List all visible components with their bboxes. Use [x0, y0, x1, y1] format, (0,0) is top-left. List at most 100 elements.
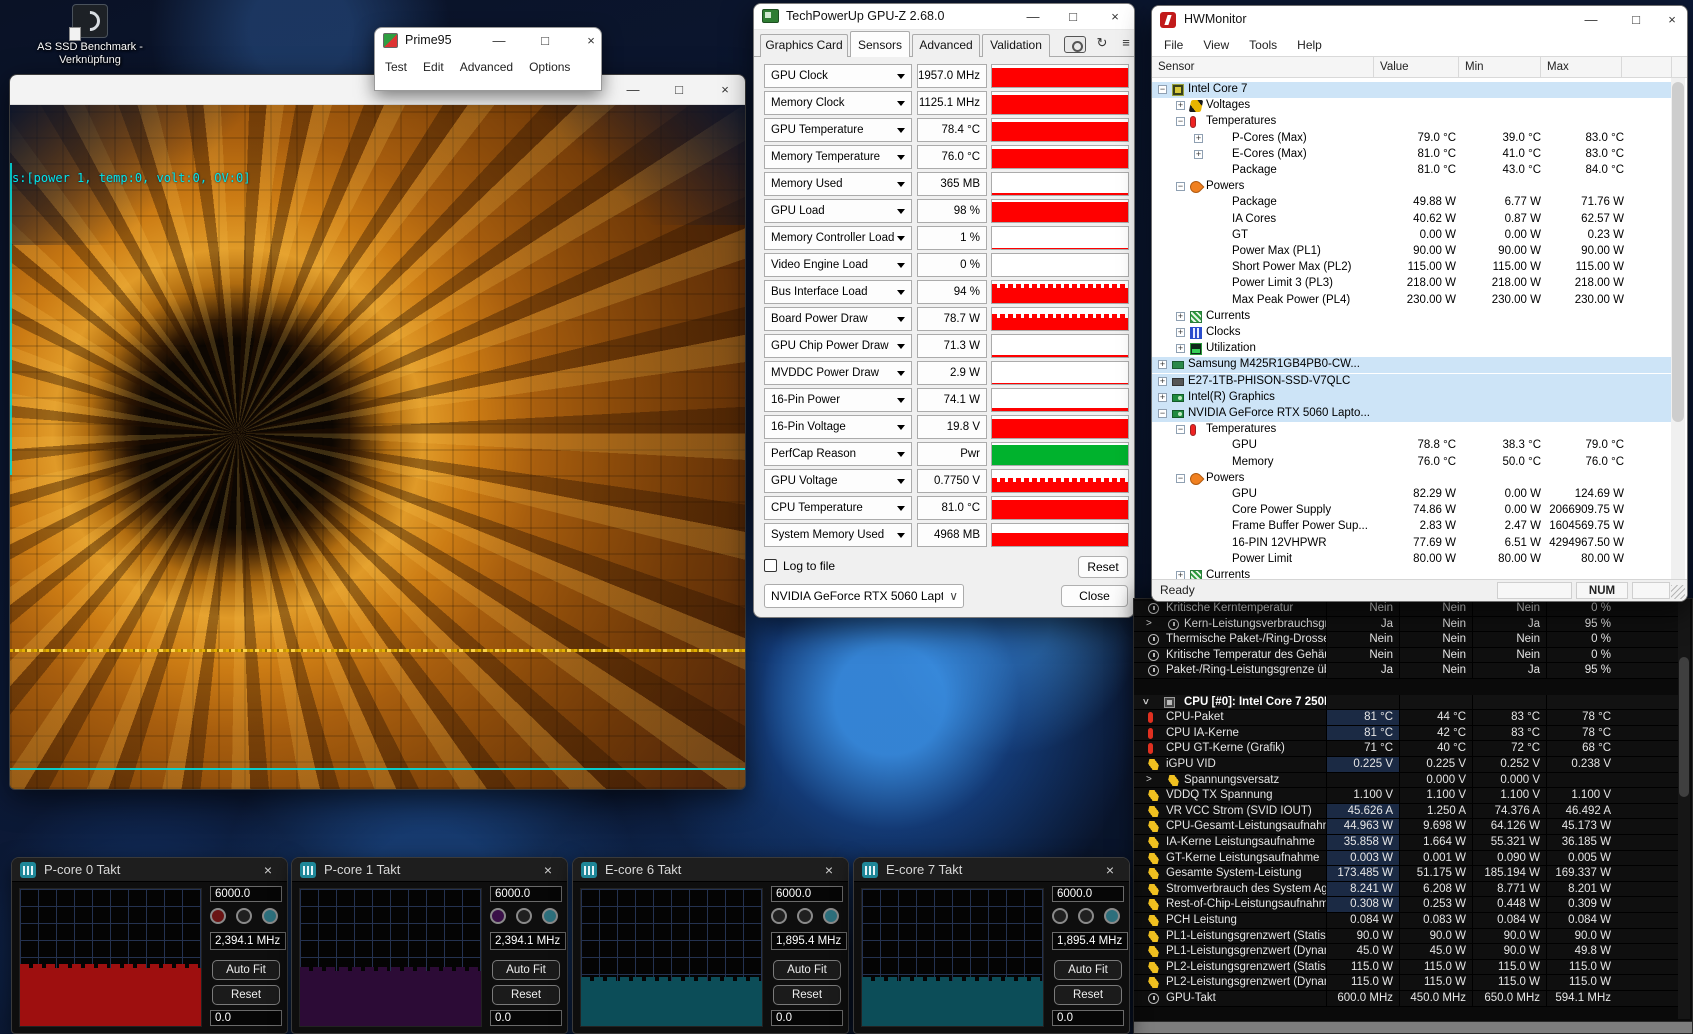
sensor-label-dropdown[interactable]: Board Power Draw: [764, 307, 912, 331]
menu-item-tools[interactable]: Tools: [1249, 38, 1277, 52]
tree-row[interactable]: 16-PIN 12VHPWR77.69 W6.51 W4294967.50 W: [1152, 536, 1672, 552]
sensor-label-dropdown[interactable]: GPU Chip Power Draw: [764, 334, 912, 358]
sensor-row[interactable]: >Spannungsversatz0.000 V0.000 V: [1134, 773, 1680, 789]
graph-window-titlebar[interactable]: P-core 0 Takt×: [12, 858, 287, 882]
close-icon[interactable]: ×: [818, 860, 840, 880]
sensor-label-dropdown[interactable]: CPU Temperature: [764, 496, 912, 520]
tree-row[interactable]: −Temperatures: [1152, 422, 1672, 438]
minimize-icon[interactable]: —: [487, 30, 511, 52]
sensor-row[interactable]: PL2-Leistungsgrenzwert (Statisch)115.0 W…: [1134, 960, 1680, 976]
tree-row[interactable]: Power Limit 3 (PL3)218.00 W218.00 W218.0…: [1152, 276, 1672, 292]
minimize-icon[interactable]: —: [1020, 6, 1046, 28]
chevron-down-icon[interactable]: >: [1139, 698, 1150, 704]
tree-row[interactable]: Short Power Max (PL2)115.00 W115.00 W115…: [1152, 260, 1672, 276]
chevron-right-icon[interactable]: >: [1146, 618, 1152, 629]
tab-advanced[interactable]: Advanced: [912, 34, 980, 57]
tree-row[interactable]: IA Cores40.62 W0.87 W62.57 W: [1152, 212, 1672, 228]
axis-max-field[interactable]: 6000.0: [1052, 886, 1124, 902]
series-color-toggle[interactable]: [823, 908, 839, 924]
screenshot-camera-icon[interactable]: [1064, 36, 1086, 53]
menu-item-options[interactable]: Options: [529, 60, 570, 74]
tree-row[interactable]: −Powers: [1152, 179, 1672, 195]
close-icon[interactable]: ×: [712, 79, 738, 101]
tree-row[interactable]: +P-Cores (Max)79.0 °C39.0 °C83.0 °C: [1152, 131, 1672, 147]
sensor-row[interactable]: CPU IA-Kerne81 °C42 °C83 °C78 °C: [1134, 726, 1680, 742]
series-color-toggle[interactable]: [542, 908, 558, 924]
menu-item-help[interactable]: Help: [1297, 38, 1322, 52]
series-color-toggle[interactable]: [771, 908, 787, 924]
series-color-toggle[interactable]: [1052, 908, 1068, 924]
series-color-toggle[interactable]: [516, 908, 532, 924]
tree-row[interactable]: Frame Buffer Power Sup...2.83 W2.47 W160…: [1152, 519, 1672, 535]
auto-fit-button[interactable]: Auto Fit: [492, 960, 560, 980]
column-header-sensor[interactable]: Sensor: [1152, 57, 1374, 79]
column-header-max[interactable]: Max: [1541, 57, 1622, 79]
minimize-icon[interactable]: —: [620, 79, 646, 101]
sensor-label-dropdown[interactable]: 16-Pin Power: [764, 388, 912, 412]
sensor-row[interactable]: CPU-Paket81 °C44 °C83 °C78 °C: [1134, 710, 1680, 726]
close-button[interactable]: Close: [1061, 585, 1128, 607]
axis-max-field[interactable]: 6000.0: [490, 886, 562, 902]
scrollbar-thumb[interactable]: [1672, 82, 1684, 422]
sensor-label-dropdown[interactable]: Memory Used: [764, 172, 912, 196]
sensor-label-dropdown[interactable]: 16-Pin Voltage: [764, 415, 912, 439]
sensor-row[interactable]: CPU GT-Kerne (Grafik)71 °C40 °C72 °C68 °…: [1134, 741, 1680, 757]
sensor-row[interactable]: iGPU VID0.225 V0.225 V0.252 V0.238 V: [1134, 757, 1680, 773]
collapse-icon[interactable]: −: [1176, 182, 1185, 191]
collapse-icon[interactable]: −: [1176, 117, 1185, 126]
close-icon[interactable]: ×: [1102, 6, 1128, 28]
sensor-row[interactable]: IA-Kerne Leistungsaufnahme35.858 W1.664 …: [1134, 835, 1680, 851]
close-icon[interactable]: ×: [257, 860, 279, 880]
tree-row[interactable]: Max Peak Power (PL4)230.00 W230.00 W230.…: [1152, 293, 1672, 309]
sensor-row[interactable]: PL1-Leistungsgrenzwert (Dynami...45.0 W4…: [1134, 944, 1680, 960]
graph-window-titlebar[interactable]: E-core 7 Takt×: [854, 858, 1129, 882]
gpuz-titlebar[interactable]: TechPowerUp GPU-Z 2.68.0 — □ ×: [754, 4, 1134, 30]
sensor-row[interactable]: VR VCC Strom (SVID IOUT)45.626 A1.250 A7…: [1134, 804, 1680, 820]
auto-fit-button[interactable]: Auto Fit: [1054, 960, 1122, 980]
tree-row[interactable]: Power Max (PL1)90.00 W90.00 W90.00 W: [1152, 244, 1672, 260]
tab-graphics-card[interactable]: Graphics Card: [760, 34, 848, 57]
sensor-label-dropdown[interactable]: Video Engine Load: [764, 253, 912, 277]
tree-row[interactable]: GPU82.29 W0.00 W124.69 W: [1152, 487, 1672, 503]
collapse-icon[interactable]: −: [1176, 425, 1185, 434]
tab-validation[interactable]: Validation: [982, 34, 1050, 57]
sensor-label-dropdown[interactable]: GPU Clock: [764, 64, 912, 88]
auto-fit-button[interactable]: Auto Fit: [212, 960, 280, 980]
sensor-row[interactable]: PCH Leistung0.084 W0.083 W0.084 W0.084 W: [1134, 913, 1680, 929]
sensor-row[interactable]: Thermische Paket-/Ring-DrosselungNeinNei…: [1134, 632, 1680, 648]
expand-icon[interactable]: +: [1194, 134, 1203, 143]
tree-row[interactable]: GT0.00 W0.00 W0.23 W: [1152, 228, 1672, 244]
chevron-right-icon[interactable]: >: [1146, 774, 1152, 785]
series-color-toggle[interactable]: [236, 908, 252, 924]
tree-row[interactable]: GPU78.8 °C38.3 °C79.0 °C: [1152, 438, 1672, 454]
hwmonitor-titlebar[interactable]: HWMonitor — □ ×: [1152, 6, 1687, 34]
maximize-icon[interactable]: □: [1060, 6, 1086, 28]
sensor-label-dropdown[interactable]: System Memory Used: [764, 523, 912, 547]
expand-icon[interactable]: +: [1176, 101, 1185, 110]
maximize-icon[interactable]: □: [1622, 9, 1650, 31]
sensor-label-dropdown[interactable]: GPU Temperature: [764, 118, 912, 142]
menu-item-edit[interactable]: Edit: [423, 60, 444, 74]
sensor-label-dropdown[interactable]: Bus Interface Load: [764, 280, 912, 304]
tree-row[interactable]: +Currents: [1152, 309, 1672, 325]
expand-icon[interactable]: +: [1158, 360, 1167, 369]
sensor-label-dropdown[interactable]: Memory Temperature: [764, 145, 912, 169]
close-icon[interactable]: ×: [1099, 860, 1121, 880]
axis-max-field[interactable]: 6000.0: [210, 886, 282, 902]
graph-window-titlebar[interactable]: E-core 6 Takt×: [573, 858, 848, 882]
tree-row[interactable]: Memory76.0 °C50.0 °C76.0 °C: [1152, 455, 1672, 471]
sensor-row[interactable]: Stromverbrauch des System Agent8.241 W6.…: [1134, 882, 1680, 898]
close-icon[interactable]: ×: [579, 30, 602, 52]
sensor-row[interactable]: Rest-of-Chip-Leistungsaufnahme0.308 W0.2…: [1134, 897, 1680, 913]
tab-sensors[interactable]: Sensors: [850, 31, 910, 57]
sensor-label-dropdown[interactable]: PerfCap Reason: [764, 442, 912, 466]
menu-item-advanced[interactable]: Advanced: [460, 60, 513, 74]
maximize-icon[interactable]: □: [533, 30, 557, 52]
tree-row[interactable]: +E27-1TB-PHISON-SSD-V7QLC: [1152, 374, 1672, 390]
sensor-row[interactable]: Kritische Temperatur des Gehäus...NeinNe…: [1134, 648, 1680, 664]
series-color-toggle[interactable]: [1104, 908, 1120, 924]
auto-fit-button[interactable]: Auto Fit: [773, 960, 841, 980]
series-color-toggle[interactable]: [262, 908, 278, 924]
tree-row[interactable]: +Voltages: [1152, 98, 1672, 114]
tree-row[interactable]: +Intel(R) Graphics: [1152, 390, 1672, 406]
